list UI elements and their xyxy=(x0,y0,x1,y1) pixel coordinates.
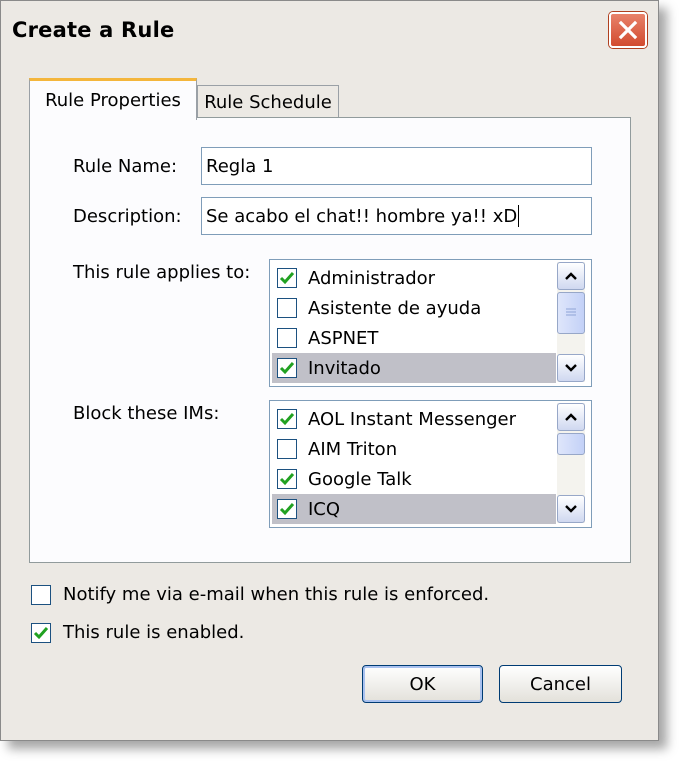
tab-rule-properties[interactable]: Rule Properties xyxy=(29,78,197,120)
scroll-down-arrow-icon xyxy=(565,364,577,372)
rule-name-label: Rule Name: xyxy=(73,156,178,177)
scroll-down-button[interactable] xyxy=(557,495,585,523)
scroll-down-arrow-icon xyxy=(565,505,577,513)
list-item[interactable]: AIM Triton xyxy=(272,434,556,464)
checkmark-icon xyxy=(33,626,49,639)
cancel-label: Cancel xyxy=(530,673,591,695)
close-icon xyxy=(618,20,638,40)
checkmark-icon xyxy=(279,473,295,486)
list-item[interactable]: Asistente de ayuda xyxy=(272,293,556,323)
checkbox[interactable] xyxy=(277,439,297,459)
applies-to-label: This rule applies to: xyxy=(73,262,251,283)
list-item[interactable]: Google Talk xyxy=(272,464,556,494)
notify-checkbox[interactable] xyxy=(31,584,51,605)
checkmark-icon xyxy=(279,362,295,375)
description-label: Description: xyxy=(73,206,182,227)
scroll-up-button[interactable] xyxy=(557,262,585,290)
checkbox[interactable] xyxy=(277,499,297,519)
scroll-thumb[interactable] xyxy=(557,433,585,455)
block-ims-label: Block these IMs: xyxy=(73,403,220,424)
checkbox[interactable] xyxy=(277,268,297,288)
checkbox[interactable] xyxy=(277,469,297,489)
enabled-option[interactable]: This rule is enabled. xyxy=(31,622,244,643)
close-button[interactable] xyxy=(609,12,647,48)
list-item-label: AOL Instant Messenger xyxy=(308,408,517,430)
window-title: Create a Rule xyxy=(12,18,175,42)
list-item-selected[interactable]: ICQ xyxy=(272,494,556,524)
rule-name-input[interactable]: Regla 1 xyxy=(201,147,592,185)
tab-label: Rule Properties xyxy=(45,90,181,111)
checkbox[interactable] xyxy=(277,409,297,429)
description-input[interactable]: Se acabo el chat!! hombre ya!! xD xyxy=(201,197,592,235)
list-item[interactable]: AOL Instant Messenger xyxy=(272,404,556,434)
notify-label: Notify me via e-mail when this rule is e… xyxy=(63,584,490,605)
tab-label: Rule Schedule xyxy=(204,91,332,113)
checkbox[interactable] xyxy=(277,358,297,378)
scrollbar[interactable] xyxy=(557,262,585,382)
grip-icon xyxy=(566,308,576,316)
tab-rule-schedule[interactable]: Rule Schedule xyxy=(197,85,339,118)
scroll-up-arrow-icon xyxy=(565,272,577,280)
list-item-label: Invitado xyxy=(308,357,381,379)
checkbox[interactable] xyxy=(277,328,297,348)
list-item[interactable]: ASPNET xyxy=(272,323,556,353)
list-item-label: AIM Triton xyxy=(308,438,398,460)
list-item-label: Google Talk xyxy=(308,468,412,490)
checkmark-icon xyxy=(279,413,295,426)
block-ims-list[interactable]: AOL Instant Messenger AIM Triton Google … xyxy=(269,400,592,528)
enabled-label: This rule is enabled. xyxy=(63,622,245,643)
list-item[interactable]: Administrador xyxy=(272,263,556,293)
checkbox[interactable] xyxy=(277,298,297,318)
list-item-label: Asistente de ayuda xyxy=(308,297,482,319)
title-bar[interactable]: Create a Rule xyxy=(1,1,658,59)
scroll-up-button[interactable] xyxy=(557,403,585,431)
list-item-label: Administrador xyxy=(308,267,436,289)
list-item-label: ICQ xyxy=(308,498,341,520)
enabled-checkbox[interactable] xyxy=(31,622,51,643)
rule-name-value: Regla 1 xyxy=(206,155,274,177)
create-rule-dialog: Create a Rule Rule Properties Rule Sched… xyxy=(0,0,659,741)
notify-option[interactable]: Notify me via e-mail when this rule is e… xyxy=(31,584,489,605)
checkmark-icon xyxy=(279,503,295,516)
list-item-selected[interactable]: Invitado xyxy=(272,353,556,383)
scroll-up-arrow-icon xyxy=(565,413,577,421)
scrollbar[interactable] xyxy=(557,403,585,523)
scroll-thumb[interactable] xyxy=(557,292,585,334)
checkmark-icon xyxy=(279,272,295,285)
text-cursor xyxy=(518,205,520,227)
ok-button[interactable]: OK xyxy=(362,665,483,703)
cancel-button[interactable]: Cancel xyxy=(499,665,622,703)
list-item-label: ASPNET xyxy=(308,327,379,349)
description-value: Se acabo el chat!! hombre ya!! xD xyxy=(206,205,518,227)
rule-properties-panel: Rule Name: Regla 1 Description: Se acabo… xyxy=(29,117,631,563)
applies-to-list[interactable]: Administrador Asistente de ayuda ASPNET … xyxy=(269,259,592,387)
scroll-down-button[interactable] xyxy=(557,354,585,382)
ok-label: OK xyxy=(409,673,436,695)
